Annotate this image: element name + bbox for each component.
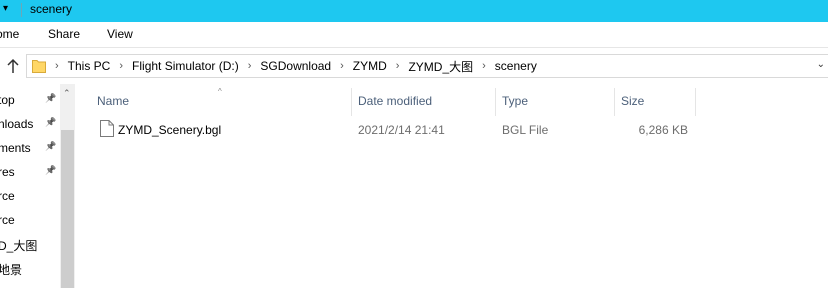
file-name: ZYMD_Scenery.bgl xyxy=(118,123,222,137)
nav-item-label: 地景 xyxy=(0,263,23,277)
nav-scrollbar-thumb[interactable] xyxy=(61,130,74,288)
file-type: BGL File xyxy=(502,123,549,137)
nav-item[interactable]: nloads 📌 xyxy=(0,112,60,136)
file-size: 6,286 KB xyxy=(638,123,688,137)
nav-item[interactable]: top 📌 xyxy=(0,88,60,112)
pin-icon[interactable]: 📌 xyxy=(45,117,56,128)
column-divider[interactable] xyxy=(695,88,696,116)
window-title: scenery xyxy=(30,2,73,16)
breadcrumb-chevron-icon[interactable]: › xyxy=(248,60,252,72)
address-history-chevron-icon[interactable]: ⌄ xyxy=(817,59,825,70)
title-bar: ▾ scenery xyxy=(0,0,828,22)
breadcrumb: › This PC › Flight Simulator (D:) › SGDownloa… xyxy=(55,55,546,77)
breadcrumb-segment[interactable]: Flight Simulator (D:) xyxy=(132,59,239,73)
nav-item-label: rce xyxy=(0,189,15,203)
column-header-size[interactable]: Size xyxy=(615,84,695,118)
folder-icon xyxy=(32,60,46,73)
nav-item-label: top xyxy=(0,93,15,107)
nav-item-label: ments xyxy=(0,141,31,155)
breadcrumb-chevron-icon[interactable]: › xyxy=(55,60,59,72)
breadcrumb-chevron-icon[interactable]: › xyxy=(396,60,400,72)
scroll-up-icon[interactable]: ⌃ xyxy=(63,88,71,99)
pin-icon[interactable]: 📌 xyxy=(45,93,56,104)
nav-item[interactable]: res 📌 xyxy=(0,160,60,184)
column-header-size-label: Size xyxy=(621,94,645,108)
breadcrumb-segment[interactable]: ZYMD xyxy=(353,59,387,73)
nav-item-label: nloads xyxy=(0,117,34,131)
nav-item[interactable]: ments 📌 xyxy=(0,136,60,160)
file-icon xyxy=(100,120,114,137)
navigation-pane: top 📌 nloads 📌 ments 📌 res 📌 rce rce D_大图地景 ⌃ xyxy=(0,84,75,288)
ribbon-tabs: ome Share View xyxy=(0,22,828,47)
tab-view[interactable]: View xyxy=(107,27,133,41)
file-row[interactable]: ZYMD_Scenery.bgl 2021/2/14 21:41 BGL Fil… xyxy=(75,118,828,140)
tab-home[interactable]: ome xyxy=(0,27,19,41)
title-separator xyxy=(21,3,22,17)
breadcrumb-chevron-icon[interactable]: › xyxy=(340,60,344,72)
nav-item-label: D_大图 xyxy=(0,239,38,253)
column-header-type[interactable]: Type xyxy=(496,84,614,118)
file-list: ^ Name Date modified Type Size ZYMD_Scen… xyxy=(75,84,828,288)
breadcrumb-segment[interactable]: SGDownload xyxy=(260,59,331,73)
breadcrumb-segment[interactable]: ZYMD_大图 xyxy=(408,58,473,75)
pin-icon[interactable]: 📌 xyxy=(45,141,56,152)
nav-item[interactable]: 地景 xyxy=(0,256,60,280)
pin-icon[interactable]: 📌 xyxy=(45,165,56,176)
column-header-date[interactable]: Date modified xyxy=(352,84,495,118)
address-bar[interactable]: › This PC › Flight Simulator (D:) › SGDownloa… xyxy=(26,54,828,78)
nav-scrollbar[interactable]: ⌃ xyxy=(60,84,75,288)
up-arrow-icon[interactable] xyxy=(6,58,20,74)
breadcrumb-segment[interactable]: scenery xyxy=(495,59,537,73)
nav-item-label: rce xyxy=(0,213,15,227)
nav-item[interactable]: rce xyxy=(0,184,60,208)
nav-item[interactable]: D_大图 xyxy=(0,232,60,256)
address-row: › This PC › Flight Simulator (D:) › SGDownloa… xyxy=(0,48,828,84)
quick-access-dropdown-icon[interactable]: ▾ xyxy=(3,3,8,14)
file-date-modified: 2021/2/14 21:41 xyxy=(358,123,445,137)
nav-item-label: res xyxy=(0,165,15,179)
breadcrumb-segment[interactable]: This PC xyxy=(68,59,111,73)
breadcrumb-chevron-icon[interactable]: › xyxy=(482,60,486,72)
nav-item[interactable]: rce xyxy=(0,208,60,232)
column-header-date-label: Date modified xyxy=(358,94,433,108)
column-header-type-label: Type xyxy=(502,94,529,108)
breadcrumb-chevron-icon[interactable]: › xyxy=(119,60,123,72)
tab-share[interactable]: Share xyxy=(48,27,80,41)
